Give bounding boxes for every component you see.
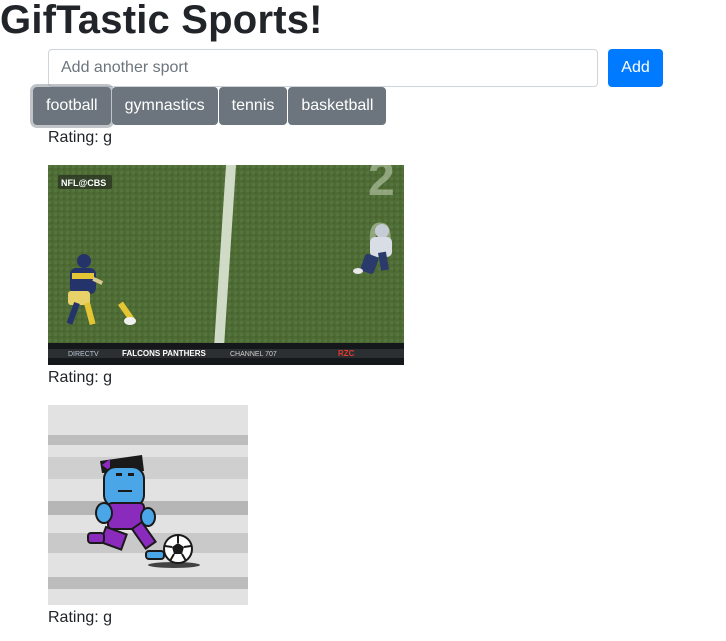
score-badge: RZC bbox=[338, 349, 355, 358]
svg-text:2: 2 bbox=[368, 165, 395, 206]
soccer-ball-icon bbox=[163, 534, 193, 564]
sponsor-label: DIRECTV bbox=[68, 351, 99, 358]
network-logo: NFL@CBS bbox=[61, 178, 106, 188]
soccer-gif[interactable] bbox=[48, 405, 248, 605]
football-gif[interactable]: 2 0 NFL@CBS DIRECTV FALCONS PANTHERS CHA… bbox=[48, 165, 404, 365]
sport-button-tennis[interactable]: tennis bbox=[218, 87, 288, 125]
scoreboard-teams: FALCONS PANTHERS bbox=[122, 349, 207, 358]
soccer-kid-image bbox=[48, 405, 248, 605]
scoreboard-channel: CHANNEL 707 bbox=[230, 351, 277, 358]
gif-rating: Rating: g bbox=[48, 609, 113, 626]
add-button[interactable]: Add bbox=[608, 49, 663, 87]
gif-rating: Rating: g bbox=[48, 129, 113, 146]
add-sport-input[interactable] bbox=[48, 49, 598, 87]
page-title: GifTastic Sports! bbox=[0, 0, 323, 42]
sport-button-basketball[interactable]: basketball bbox=[288, 87, 387, 125]
football-field-image: 2 0 NFL@CBS DIRECTV FALCONS PANTHERS CHA… bbox=[48, 165, 404, 365]
sport-button-football[interactable]: football bbox=[33, 87, 111, 125]
sport-button-gymnastics[interactable]: gymnastics bbox=[111, 87, 218, 125]
add-sport-form: Add bbox=[48, 49, 663, 87]
sport-button-group: football gymnastics tennis basketball bbox=[33, 87, 387, 125]
gif-rating: Rating: g bbox=[48, 369, 113, 386]
